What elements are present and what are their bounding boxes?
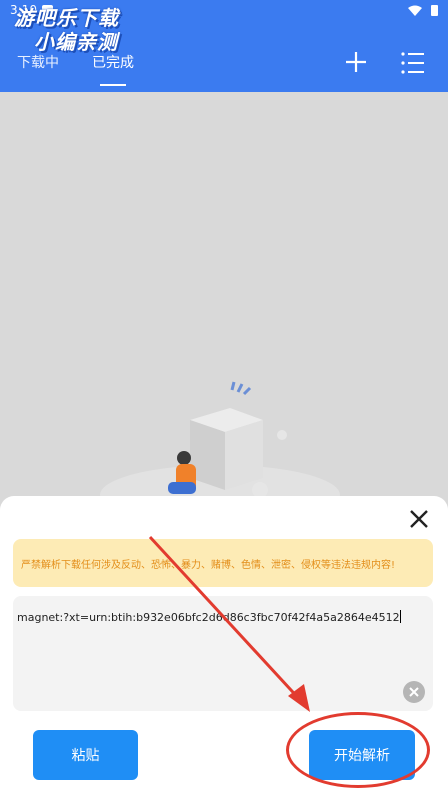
warning-banner: 严禁解析下载任何涉及反动、恐怖、暴力、赌博、色情、泄密、侵权等违法违规内容! xyxy=(13,539,433,587)
clear-icon xyxy=(409,687,419,697)
text-cursor xyxy=(399,610,401,623)
clear-input-button[interactable] xyxy=(403,681,425,703)
close-icon[interactable] xyxy=(408,508,430,530)
watermark-line2: 小编亲测 xyxy=(34,30,118,54)
battery-icon xyxy=(431,5,438,16)
tab-completed[interactable]: 已完成 xyxy=(92,52,134,72)
warning-text: 严禁解析下载任何涉及反动、恐怖、暴力、赌博、色情、泄密、侵权等违法违规内容! xyxy=(21,559,396,571)
list-menu-icon[interactable] xyxy=(400,50,426,76)
wifi-icon xyxy=(408,5,422,16)
magnet-input-value: magnet:?xt=urn:btih:b932e06bfc2d6d86c3fb… xyxy=(17,611,400,624)
watermark-line1: 游吧乐下载 xyxy=(14,6,119,30)
watermark: 游吧乐下载 小编亲测 xyxy=(14,6,119,54)
tab-indicator xyxy=(100,84,126,86)
empty-box-illustration xyxy=(100,381,340,510)
add-icon[interactable] xyxy=(344,50,368,74)
tab-downloading[interactable]: 下载中 xyxy=(17,52,59,72)
annotation-circle xyxy=(286,712,430,788)
magnet-input[interactable]: magnet:?xt=urn:btih:b932e06bfc2d6d86c3fb… xyxy=(13,596,433,711)
paste-button[interactable]: 粘贴 xyxy=(33,730,138,780)
